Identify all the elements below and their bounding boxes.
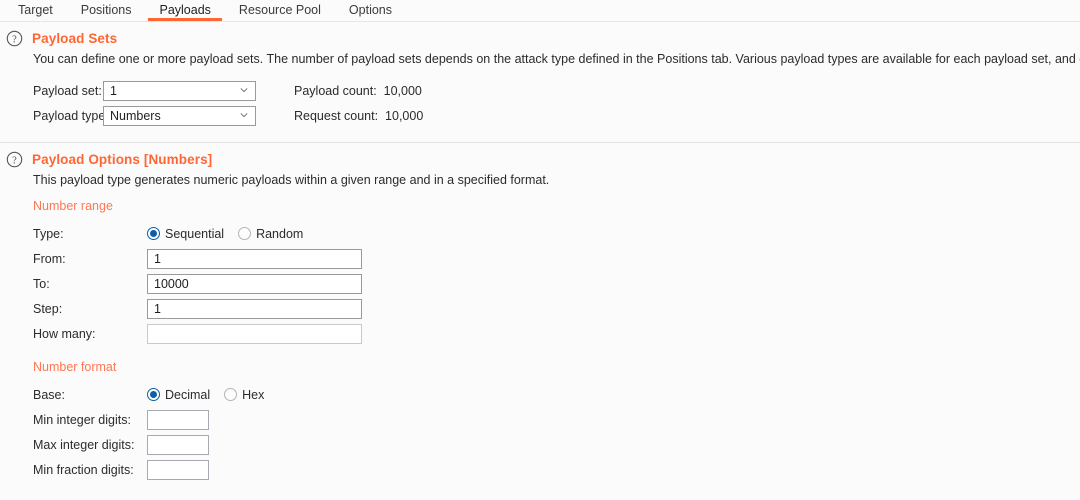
radio-random-indicator: [238, 227, 252, 240]
request-count-label: Request count:: [294, 108, 379, 123]
payload-count: Payload count: 10,000: [276, 84, 1080, 98]
tab-label: Payloads: [159, 3, 211, 17]
payload-options-header: ? Payload Options [Numbers]: [0, 143, 1080, 168]
radio-hex[interactable]: Hex: [224, 388, 264, 402]
tab-payloads[interactable]: Payloads: [145, 0, 224, 21]
from-input[interactable]: [147, 248, 362, 269]
how-many-row: How many:: [33, 321, 1080, 346]
payload-options-title: Payload Options [Numbers]: [32, 152, 213, 167]
to-row: To:: [33, 271, 1080, 296]
tab-target[interactable]: Target: [4, 0, 67, 21]
chevron-down-icon: [240, 112, 248, 117]
step-label: Step:: [33, 301, 63, 316]
min-integer-digits-row: Min integer digits:: [33, 407, 1080, 432]
tab-options[interactable]: Options: [335, 0, 406, 21]
radio-sequential[interactable]: Sequential: [147, 227, 224, 241]
tab-label: Options: [348, 3, 393, 17]
number-range-heading: Number range: [33, 199, 113, 213]
payload-type-value: Numbers: [110, 108, 161, 123]
from-label: From:: [33, 251, 66, 266]
payload-sets-controls: Payload set: 1 Payload count: 10,000 Pay…: [33, 78, 1080, 128]
radio-decimal[interactable]: Decimal: [147, 388, 210, 402]
tab-label: Positions: [80, 3, 132, 17]
payload-sets-section: ? Payload Sets You can define one or mor…: [0, 22, 1080, 128]
radio-sequential-label: Sequential: [165, 226, 225, 241]
radio-random[interactable]: Random: [238, 227, 303, 241]
to-label: To:: [33, 276, 50, 291]
radio-hex-label: Hex: [242, 387, 265, 402]
number-format-heading: Number format: [33, 360, 117, 374]
payload-set-select[interactable]: 1: [103, 80, 256, 101]
min-fraction-digits-row: Min fraction digits:: [33, 457, 1080, 482]
radio-decimal-label: Decimal: [165, 387, 211, 402]
chevron-down-icon: [240, 87, 248, 92]
base-row: Base: Decimal Hex: [33, 382, 1080, 407]
tab-bar: Target Positions Payloads Resource Pool …: [0, 0, 1080, 22]
payload-set-value: 1: [110, 83, 117, 98]
payload-type-select[interactable]: Numbers: [103, 105, 256, 126]
svg-text:?: ?: [12, 34, 17, 45]
type-row: Type: Sequential Random: [33, 221, 1080, 246]
how-many-label: How many:: [33, 326, 96, 341]
request-count-value: 10,000: [385, 108, 424, 123]
radio-decimal-indicator: [147, 388, 160, 401]
how-many-input[interactable]: [147, 323, 362, 344]
payload-type-label: Payload type:: [33, 108, 109, 123]
tab-positions[interactable]: Positions: [67, 0, 146, 21]
type-label: Type:: [33, 226, 64, 241]
payload-options-description: This payload type generates numeric payl…: [33, 173, 550, 187]
min-fraction-digits-input[interactable]: [147, 459, 209, 480]
step-input[interactable]: [147, 298, 362, 319]
payload-count-value: 10,000: [383, 83, 422, 98]
max-integer-digits-input[interactable]: [147, 434, 209, 455]
min-integer-digits-label: Min integer digits:: [33, 412, 131, 427]
step-row: Step:: [33, 296, 1080, 321]
payload-sets-title: Payload Sets: [32, 31, 118, 46]
help-circle-icon[interactable]: ?: [6, 151, 23, 168]
to-input[interactable]: [147, 273, 362, 294]
request-count: Request count: 10,000: [276, 109, 1080, 123]
base-label: Base:: [33, 387, 65, 402]
help-circle-icon[interactable]: ?: [6, 30, 23, 47]
payload-options-section: ? Payload Options [Numbers] This payload…: [0, 143, 1080, 482]
tab-label: Target: [18, 3, 53, 17]
svg-text:?: ?: [12, 155, 17, 166]
max-integer-digits-row: Max integer digits:: [33, 432, 1080, 457]
min-fraction-digits-label: Min fraction digits:: [33, 462, 134, 477]
radio-hex-indicator: [224, 388, 238, 401]
from-row: From:: [33, 246, 1080, 271]
tab-resource-pool[interactable]: Resource Pool: [225, 0, 335, 21]
radio-random-label: Random: [256, 226, 304, 241]
payload-sets-description: You can define one or more payload sets.…: [33, 52, 1080, 66]
tab-label: Resource Pool: [238, 3, 321, 17]
min-integer-digits-input[interactable]: [147, 409, 209, 430]
payload-sets-header: ? Payload Sets: [0, 22, 1080, 47]
radio-sequential-indicator: [147, 227, 160, 240]
max-integer-digits-label: Max integer digits:: [33, 437, 135, 452]
payload-set-label: Payload set:: [33, 83, 102, 98]
payload-count-label: Payload count:: [294, 83, 377, 98]
